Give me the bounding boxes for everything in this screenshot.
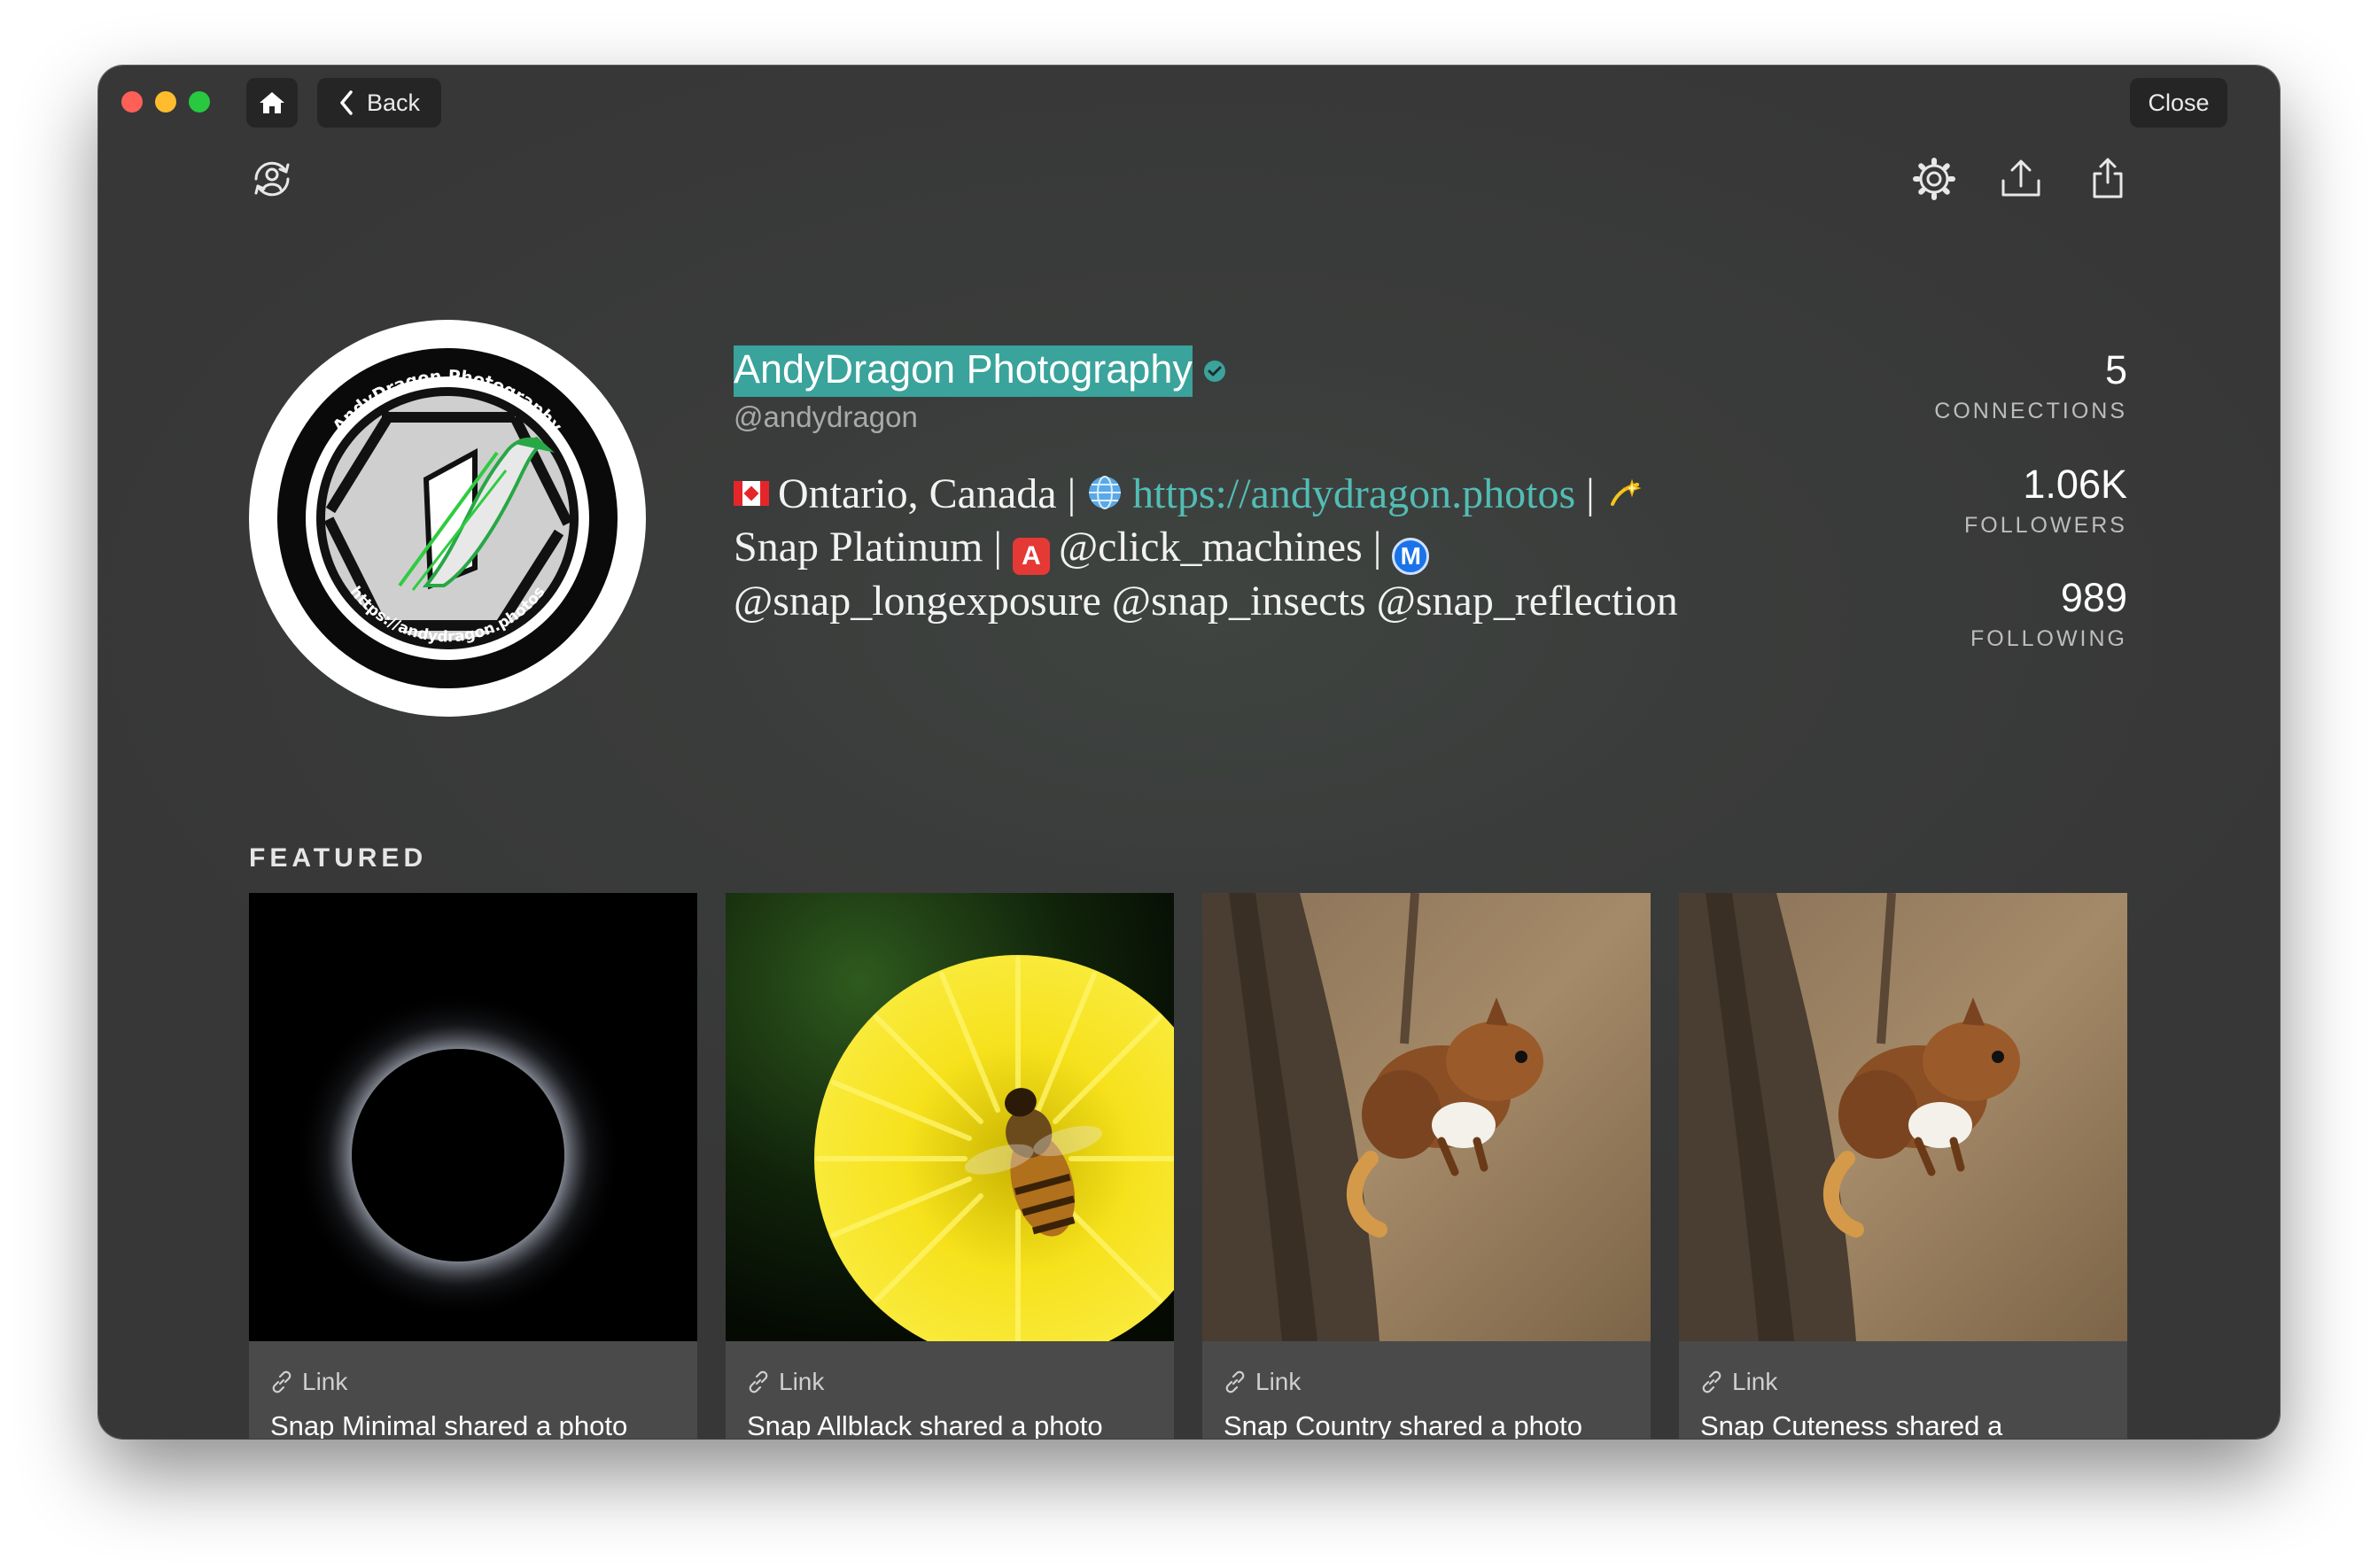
stat-label: CONNECTIONS — [1934, 399, 2127, 423]
back-button[interactable]: Back — [317, 78, 441, 128]
bio-separator: | — [1372, 524, 1382, 571]
card-title: Snap Cuteness shared a — [1700, 1410, 2003, 1439]
card-title: Snap Minimal shared a photo — [270, 1410, 628, 1439]
card-link-row: Link — [1224, 1368, 1301, 1396]
profile-sync-button[interactable] — [247, 154, 297, 208]
featured-card[interactable]: Link Snap Country shared a photo — [1202, 893, 1651, 1439]
profile-sync-icon — [254, 161, 290, 197]
link-icon — [272, 1370, 291, 1393]
featured-card[interactable]: Link Snap Allblack shared a photo — [726, 893, 1174, 1439]
stat-label: FOLLOWERS — [1964, 513, 2127, 538]
card-title: Snap Allblack shared a photo — [747, 1410, 1103, 1439]
bio-website-link[interactable]: https://andydragon.photos — [1132, 470, 1575, 517]
link-icon — [1225, 1370, 1245, 1393]
close-label: Close — [2148, 89, 2210, 116]
bio-mention[interactable]: @snap_longexposure — [734, 578, 1101, 625]
zoom-window-button[interactable] — [189, 91, 210, 113]
bio-mention[interactable]: @snap_insects — [1112, 578, 1366, 625]
upload-icon — [2001, 159, 2040, 197]
globe-icon — [1086, 474, 1123, 511]
profile-handle: @andydragon — [734, 400, 918, 433]
card-image-squirrel — [1202, 893, 1651, 1341]
card-type: Link — [1255, 1368, 1302, 1395]
title-bar: Back Close — [98, 66, 2280, 145]
avatar[interactable]: AndyDragon Photography https://andydrago… — [249, 320, 646, 717]
profile-bio: Ontario, Canada | https://andydragon.pho… — [734, 468, 1797, 628]
close-button[interactable]: Close — [2130, 78, 2227, 128]
export-button[interactable] — [1996, 154, 2046, 208]
profile-name-row: AndyDragon Photography — [734, 345, 1226, 397]
link-icon — [1702, 1370, 1721, 1393]
stat-connections[interactable]: 5 CONNECTIONS — [1934, 347, 2127, 424]
card-type: Link — [302, 1368, 348, 1395]
card-link-row: Link — [1700, 1368, 1777, 1396]
m-circle-icon: M — [1392, 538, 1430, 575]
stat-followers[interactable]: 1.06K FOLLOWERS — [1964, 462, 2127, 539]
featured-heading: FEATURED — [249, 843, 428, 873]
stat-value: 1.06K — [2023, 462, 2127, 507]
share-button[interactable] — [2083, 154, 2133, 208]
bio-separator: | — [993, 524, 1002, 571]
card-type: Link — [779, 1368, 825, 1395]
stat-value: 989 — [2060, 575, 2127, 620]
bio-mention[interactable]: @click_machines — [1059, 524, 1363, 571]
canada-flag-icon — [734, 481, 769, 506]
card-type: Link — [1732, 1368, 1778, 1395]
card-link-row: Link — [270, 1368, 347, 1396]
settings-button[interactable] — [1909, 154, 1959, 208]
bio-mention[interactable]: @snap_reflection — [1377, 578, 1678, 625]
gear-icon — [1913, 158, 1955, 200]
card-image-eclipse — [249, 893, 697, 1341]
a-button-icon: A — [1012, 538, 1050, 575]
card-title: Snap Country shared a photo — [1224, 1410, 1582, 1439]
stat-label: FOLLOWING — [1970, 626, 2127, 651]
profile-name: AndyDragon Photography — [734, 345, 1193, 397]
minimize-window-button[interactable] — [155, 91, 176, 113]
share-icon — [2093, 158, 2123, 198]
back-label: Back — [366, 89, 421, 116]
verified-badge-icon — [1203, 361, 1225, 382]
stat-following[interactable]: 989 FOLLOWING — [1970, 575, 2127, 652]
aperture-logo-icon: AndyDragon Photography https://andydrago… — [277, 348, 618, 688]
featured-card[interactable]: Link Snap Minimal shared a photo — [249, 893, 697, 1439]
bio-separator: | — [1586, 470, 1595, 517]
featured-card[interactable]: Link Snap Cuteness shared a — [1679, 893, 2127, 1439]
card-image-dandelion — [726, 893, 1174, 1341]
stat-value: 5 — [2104, 347, 2127, 392]
close-window-button[interactable] — [121, 91, 143, 113]
bio-location: Ontario, Canada — [778, 470, 1057, 517]
home-icon — [260, 92, 284, 113]
dizzy-icon — [1605, 474, 1643, 511]
chevron-left-icon — [340, 90, 353, 115]
link-icon — [749, 1370, 768, 1393]
bio-status: Snap Platinum — [734, 524, 983, 571]
home-button[interactable] — [246, 78, 298, 128]
app-window: Back Close AndyDragon Photography https:… — [98, 66, 2280, 1439]
card-link-row: Link — [747, 1368, 824, 1396]
bio-separator: | — [1067, 470, 1076, 517]
card-image-squirrel — [1679, 893, 2127, 1341]
